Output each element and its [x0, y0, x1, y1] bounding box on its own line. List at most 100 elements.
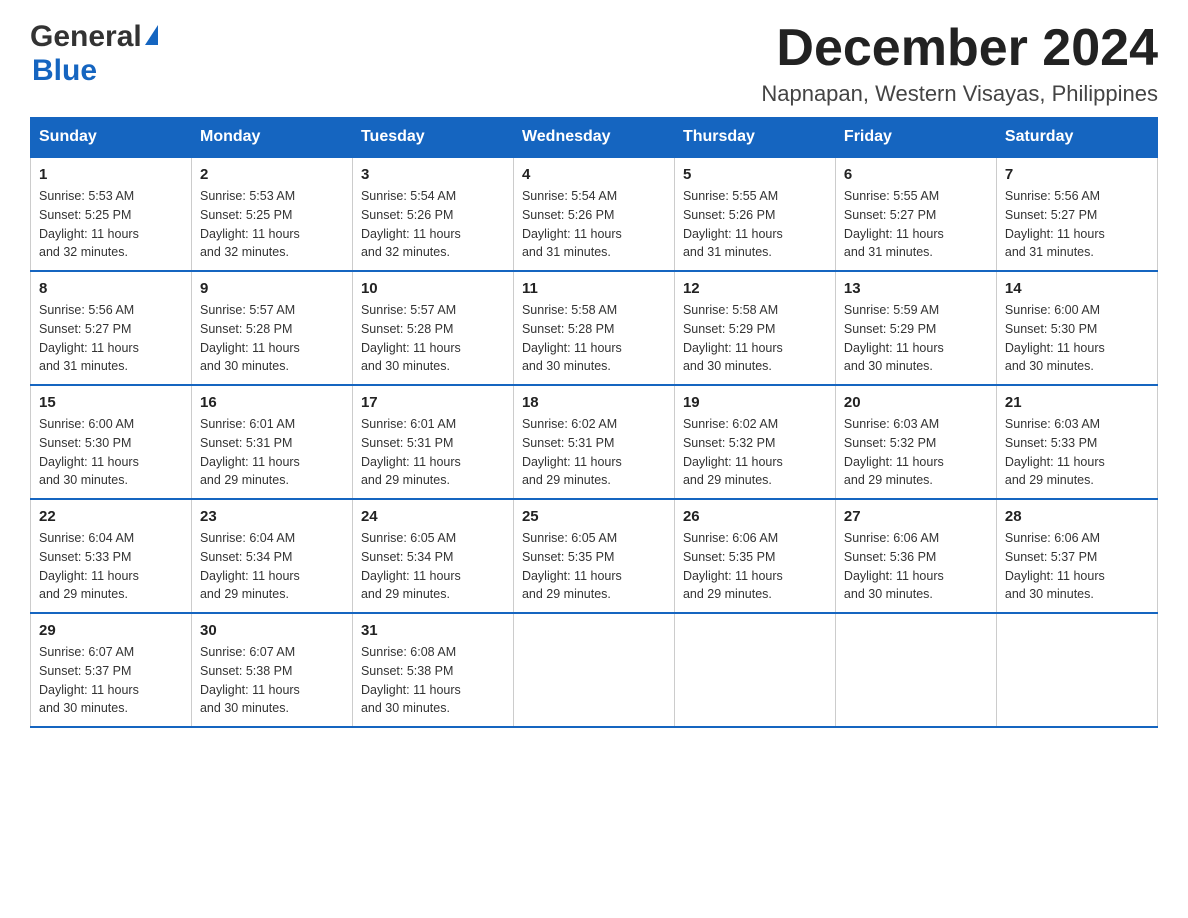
title-block: December 2024 Napnapan, Western Visayas,…	[761, 20, 1158, 107]
logo-blue: Blue	[32, 54, 97, 87]
calendar-day-cell: 3 Sunrise: 5:54 AMSunset: 5:26 PMDayligh…	[352, 157, 513, 271]
day-info: Sunrise: 6:02 AMSunset: 5:31 PMDaylight:…	[522, 417, 622, 487]
calendar-day-cell	[996, 613, 1157, 727]
calendar-day-cell: 10 Sunrise: 5:57 AMSunset: 5:28 PMDaylig…	[352, 271, 513, 385]
calendar-day-cell: 7 Sunrise: 5:56 AMSunset: 5:27 PMDayligh…	[996, 157, 1157, 271]
day-info: Sunrise: 6:04 AMSunset: 5:33 PMDaylight:…	[39, 531, 139, 601]
calendar-day-cell: 20 Sunrise: 6:03 AMSunset: 5:32 PMDaylig…	[835, 385, 996, 499]
calendar-day-cell: 5 Sunrise: 5:55 AMSunset: 5:26 PMDayligh…	[674, 157, 835, 271]
day-number: 8	[39, 280, 183, 297]
day-info: Sunrise: 6:04 AMSunset: 5:34 PMDaylight:…	[200, 531, 300, 601]
calendar-header: Sunday Monday Tuesday Wednesday Thursday…	[31, 118, 1158, 158]
calendar-day-cell: 28 Sunrise: 6:06 AMSunset: 5:37 PMDaylig…	[996, 499, 1157, 613]
day-info: Sunrise: 6:03 AMSunset: 5:32 PMDaylight:…	[844, 417, 944, 487]
weekday-monday: Monday	[191, 118, 352, 158]
day-info: Sunrise: 6:03 AMSunset: 5:33 PMDaylight:…	[1005, 417, 1105, 487]
day-number: 28	[1005, 508, 1149, 525]
weekday-sunday: Sunday	[31, 118, 192, 158]
logo: General Blue	[30, 20, 158, 88]
calendar-week-row: 8 Sunrise: 5:56 AMSunset: 5:27 PMDayligh…	[31, 271, 1158, 385]
day-info: Sunrise: 6:01 AMSunset: 5:31 PMDaylight:…	[361, 417, 461, 487]
day-info: Sunrise: 5:58 AMSunset: 5:28 PMDaylight:…	[522, 303, 622, 373]
calendar-day-cell: 14 Sunrise: 6:00 AMSunset: 5:30 PMDaylig…	[996, 271, 1157, 385]
day-info: Sunrise: 5:57 AMSunset: 5:28 PMDaylight:…	[361, 303, 461, 373]
day-info: Sunrise: 6:02 AMSunset: 5:32 PMDaylight:…	[683, 417, 783, 487]
calendar-day-cell: 25 Sunrise: 6:05 AMSunset: 5:35 PMDaylig…	[513, 499, 674, 613]
day-info: Sunrise: 5:54 AMSunset: 5:26 PMDaylight:…	[361, 189, 461, 259]
calendar-day-cell	[513, 613, 674, 727]
calendar-day-cell: 26 Sunrise: 6:06 AMSunset: 5:35 PMDaylig…	[674, 499, 835, 613]
day-number: 18	[522, 394, 666, 411]
calendar-day-cell: 15 Sunrise: 6:00 AMSunset: 5:30 PMDaylig…	[31, 385, 192, 499]
day-info: Sunrise: 6:00 AMSunset: 5:30 PMDaylight:…	[39, 417, 139, 487]
calendar-day-cell: 27 Sunrise: 6:06 AMSunset: 5:36 PMDaylig…	[835, 499, 996, 613]
calendar-day-cell: 21 Sunrise: 6:03 AMSunset: 5:33 PMDaylig…	[996, 385, 1157, 499]
day-info: Sunrise: 6:06 AMSunset: 5:36 PMDaylight:…	[844, 531, 944, 601]
month-year-title: December 2024	[761, 20, 1158, 77]
day-number: 11	[522, 280, 666, 297]
calendar-day-cell: 9 Sunrise: 5:57 AMSunset: 5:28 PMDayligh…	[191, 271, 352, 385]
page-header: General Blue December 2024 Napnapan, Wes…	[30, 20, 1158, 107]
calendar-day-cell: 22 Sunrise: 6:04 AMSunset: 5:33 PMDaylig…	[31, 499, 192, 613]
day-info: Sunrise: 5:57 AMSunset: 5:28 PMDaylight:…	[200, 303, 300, 373]
calendar-day-cell: 18 Sunrise: 6:02 AMSunset: 5:31 PMDaylig…	[513, 385, 674, 499]
day-number: 9	[200, 280, 344, 297]
day-info: Sunrise: 5:56 AMSunset: 5:27 PMDaylight:…	[1005, 189, 1105, 259]
logo-general: General	[30, 20, 142, 54]
day-number: 3	[361, 166, 505, 183]
day-info: Sunrise: 6:06 AMSunset: 5:37 PMDaylight:…	[1005, 531, 1105, 601]
day-number: 22	[39, 508, 183, 525]
calendar-day-cell: 6 Sunrise: 5:55 AMSunset: 5:27 PMDayligh…	[835, 157, 996, 271]
calendar-week-row: 29 Sunrise: 6:07 AMSunset: 5:37 PMDaylig…	[31, 613, 1158, 727]
day-number: 30	[200, 622, 344, 639]
day-number: 12	[683, 280, 827, 297]
day-number: 1	[39, 166, 183, 183]
day-info: Sunrise: 5:53 AMSunset: 5:25 PMDaylight:…	[200, 189, 300, 259]
weekday-wednesday: Wednesday	[513, 118, 674, 158]
day-number: 5	[683, 166, 827, 183]
day-info: Sunrise: 5:56 AMSunset: 5:27 PMDaylight:…	[39, 303, 139, 373]
calendar-day-cell: 11 Sunrise: 5:58 AMSunset: 5:28 PMDaylig…	[513, 271, 674, 385]
weekday-tuesday: Tuesday	[352, 118, 513, 158]
day-info: Sunrise: 6:01 AMSunset: 5:31 PMDaylight:…	[200, 417, 300, 487]
day-info: Sunrise: 6:05 AMSunset: 5:34 PMDaylight:…	[361, 531, 461, 601]
day-number: 4	[522, 166, 666, 183]
day-number: 16	[200, 394, 344, 411]
weekday-friday: Friday	[835, 118, 996, 158]
logo-triangle-icon	[145, 25, 158, 45]
day-info: Sunrise: 5:55 AMSunset: 5:27 PMDaylight:…	[844, 189, 944, 259]
calendar-day-cell: 1 Sunrise: 5:53 AMSunset: 5:25 PMDayligh…	[31, 157, 192, 271]
day-info: Sunrise: 5:58 AMSunset: 5:29 PMDaylight:…	[683, 303, 783, 373]
day-info: Sunrise: 5:54 AMSunset: 5:26 PMDaylight:…	[522, 189, 622, 259]
day-number: 29	[39, 622, 183, 639]
day-info: Sunrise: 6:05 AMSunset: 5:35 PMDaylight:…	[522, 531, 622, 601]
calendar-table: Sunday Monday Tuesday Wednesday Thursday…	[30, 117, 1158, 728]
calendar-day-cell: 17 Sunrise: 6:01 AMSunset: 5:31 PMDaylig…	[352, 385, 513, 499]
calendar-day-cell	[674, 613, 835, 727]
day-number: 15	[39, 394, 183, 411]
day-number: 6	[844, 166, 988, 183]
day-number: 25	[522, 508, 666, 525]
day-info: Sunrise: 6:07 AMSunset: 5:38 PMDaylight:…	[200, 645, 300, 715]
calendar-day-cell: 19 Sunrise: 6:02 AMSunset: 5:32 PMDaylig…	[674, 385, 835, 499]
calendar-day-cell: 16 Sunrise: 6:01 AMSunset: 5:31 PMDaylig…	[191, 385, 352, 499]
calendar-day-cell: 2 Sunrise: 5:53 AMSunset: 5:25 PMDayligh…	[191, 157, 352, 271]
day-info: Sunrise: 5:53 AMSunset: 5:25 PMDaylight:…	[39, 189, 139, 259]
day-info: Sunrise: 6:08 AMSunset: 5:38 PMDaylight:…	[361, 645, 461, 715]
day-number: 13	[844, 280, 988, 297]
day-number: 21	[1005, 394, 1149, 411]
day-info: Sunrise: 5:55 AMSunset: 5:26 PMDaylight:…	[683, 189, 783, 259]
day-number: 14	[1005, 280, 1149, 297]
calendar-week-row: 22 Sunrise: 6:04 AMSunset: 5:33 PMDaylig…	[31, 499, 1158, 613]
day-number: 7	[1005, 166, 1149, 183]
location-subtitle: Napnapan, Western Visayas, Philippines	[761, 81, 1158, 107]
day-number: 23	[200, 508, 344, 525]
day-number: 17	[361, 394, 505, 411]
day-number: 26	[683, 508, 827, 525]
day-number: 31	[361, 622, 505, 639]
day-info: Sunrise: 6:06 AMSunset: 5:35 PMDaylight:…	[683, 531, 783, 601]
calendar-body: 1 Sunrise: 5:53 AMSunset: 5:25 PMDayligh…	[31, 157, 1158, 727]
calendar-week-row: 15 Sunrise: 6:00 AMSunset: 5:30 PMDaylig…	[31, 385, 1158, 499]
calendar-day-cell: 23 Sunrise: 6:04 AMSunset: 5:34 PMDaylig…	[191, 499, 352, 613]
calendar-day-cell: 12 Sunrise: 5:58 AMSunset: 5:29 PMDaylig…	[674, 271, 835, 385]
